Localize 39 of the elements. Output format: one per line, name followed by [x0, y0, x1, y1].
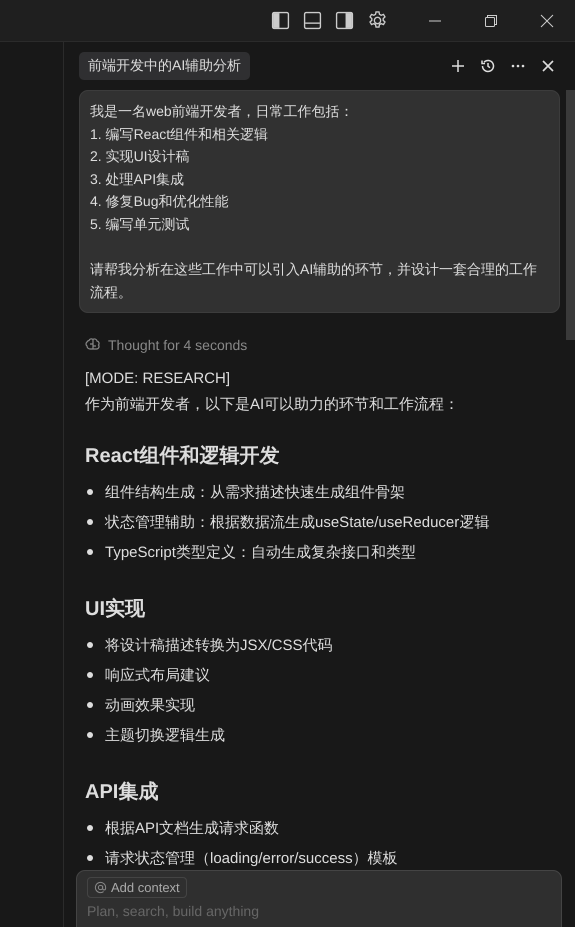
user-message-paragraph: 我是一名web前端开发者，日常工作包括： 1. 编写React组件和相关逻辑 2. 实现UI设计稿 3. 处理API集成 4. 修复Bug和优化性能 5. 编写单元测试	[90, 102, 355, 234]
section-heading: React组件和逻辑开发	[85, 444, 280, 470]
close-icon[interactable]	[540, 14, 554, 28]
chat-title-tab[interactable]: 前端开发中的AI辅助分析	[79, 52, 250, 80]
bottom-panel-icon[interactable]	[303, 11, 322, 30]
brain-icon	[85, 338, 101, 352]
bullet-icon	[87, 855, 93, 862]
history-icon[interactable]	[480, 58, 496, 74]
bullet-icon	[87, 642, 93, 648]
list-item: 根据API文档生成请求函数	[105, 818, 280, 838]
list-item: 组件结构生成：从需求描述快速生成组件骨架	[105, 482, 405, 502]
user-message-paragraph: 请帮我分析在这些工作中可以引入AI辅助的环节，并设计一套合理的工作流程。	[90, 260, 538, 302]
restore-icon[interactable]	[484, 14, 498, 28]
close-icon[interactable]	[540, 58, 556, 74]
list-item: 响应式布局建议	[105, 666, 210, 685]
bullet-icon	[87, 732, 93, 738]
scrollbar[interactable]	[566, 90, 575, 340]
section-heading: API集成	[85, 780, 160, 806]
thought-duration[interactable]: Thought for 4 seconds	[108, 337, 248, 354]
mode-label: [MODE: RESEARCH]	[85, 370, 232, 388]
at-icon	[94, 881, 107, 894]
list-item: 主题切换逻辑生成	[105, 726, 225, 745]
bullet-icon	[87, 519, 93, 526]
plus-icon[interactable]	[450, 58, 466, 74]
add-context-button[interactable]: Add context	[87, 877, 187, 898]
section-heading: UI实现	[85, 596, 146, 622]
list-item: 动画效果实现	[105, 696, 195, 715]
left-sidebar-icon[interactable]	[271, 11, 290, 30]
bullet-icon	[87, 825, 93, 832]
list-item: TypeScript类型定义：自动生成复杂接口和类型	[105, 542, 416, 562]
list-item: 状态管理辅助：根据数据流生成useState/useReducer逻辑	[105, 512, 490, 532]
bullet-icon	[87, 702, 93, 708]
response-intro: 作为前端开发者，以下是AI可以助力的环节和工作流程：	[85, 395, 460, 414]
list-item: 请求状态管理（loading/error/success）模板	[105, 848, 398, 868]
bullet-icon	[87, 549, 93, 556]
list-item: 将设计稿描述转换为JSX/CSS代码	[105, 636, 333, 655]
bullet-icon	[87, 489, 93, 496]
bullet-icon	[87, 672, 93, 678]
right-sidebar-icon[interactable]	[335, 11, 354, 30]
